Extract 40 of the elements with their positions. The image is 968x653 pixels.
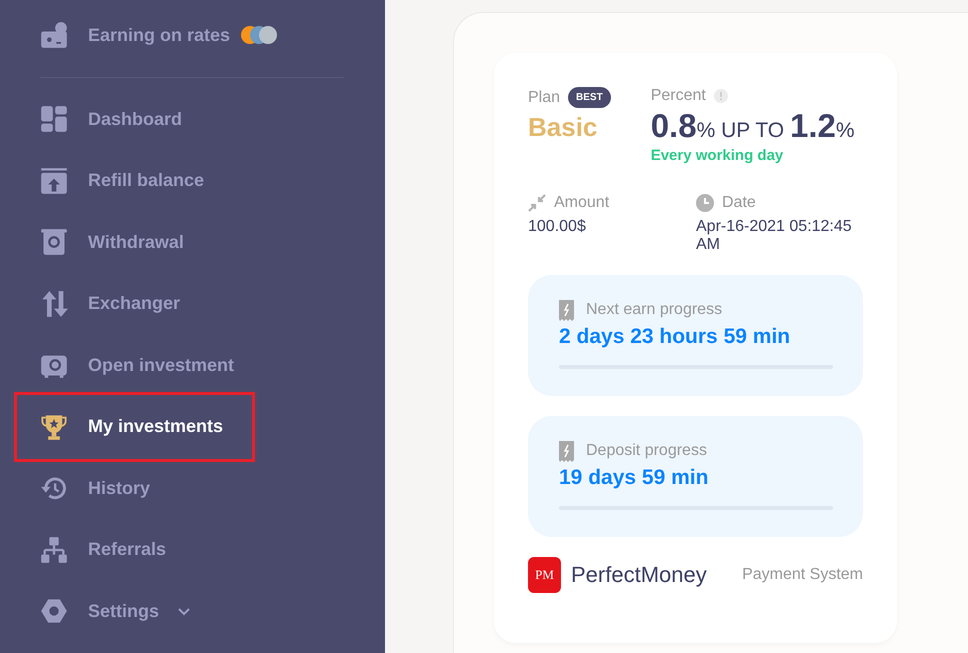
- payment-name: PerfectMoney: [571, 562, 707, 588]
- receipt-icon: [559, 440, 574, 462]
- settings-icon: [40, 597, 68, 625]
- wallet-icon: [40, 228, 68, 256]
- money-icon: [40, 21, 68, 49]
- progress-value: 19 days 59 min: [559, 466, 710, 490]
- info-icon: [714, 89, 728, 103]
- upload-box-icon: [40, 166, 68, 194]
- sidebar-item[interactable]: Open investment: [14, 345, 255, 385]
- payment-logo: PM: [528, 556, 561, 593]
- sidebar-item[interactable]: Refill balance: [14, 160, 255, 200]
- progress-value: 2 days 23 hours 59 min: [559, 324, 792, 349]
- date-value: Apr-16-2021 05:12:45 AM: [696, 218, 853, 255]
- sidebar-item[interactable]: Settings: [14, 591, 255, 631]
- network-icon: [40, 536, 68, 564]
- trophy-icon: [40, 412, 68, 440]
- dashboard-icon: [40, 105, 68, 133]
- plan-label: Plan: [528, 88, 560, 106]
- plan-name: Basic: [528, 112, 598, 143]
- payment-label: Payment System: [742, 566, 863, 584]
- percent-range: 0.8% UP TO 1.2%: [650, 107, 855, 145]
- best-badge: BEST: [568, 87, 611, 108]
- sidebar-item[interactable]: Withdrawal: [14, 222, 255, 262]
- frequency-text: Every working day: [650, 147, 784, 164]
- amount-value: 100.00$: [528, 218, 587, 236]
- sidebar-item[interactable]: Exchanger: [14, 284, 255, 324]
- sidebar-item[interactable]: History: [14, 468, 255, 508]
- sidebar-item[interactable]: Dashboard: [14, 99, 255, 139]
- date-label: Date: [722, 194, 756, 212]
- clock-icon: [696, 194, 714, 212]
- progress-label: Deposit progress: [586, 442, 707, 460]
- swap-arrows-icon: [40, 290, 68, 318]
- sidebar-item[interactable]: Referrals: [14, 530, 255, 570]
- receipt-icon: [559, 300, 574, 321]
- sidebar-item[interactable]: Earning on rates: [14, 15, 280, 55]
- progress-label: Next earn progress: [586, 301, 722, 320]
- sidebar-item[interactable]: My investments: [14, 406, 255, 446]
- percent-label: Percent: [650, 87, 706, 105]
- amount-label: Amount: [554, 194, 610, 212]
- compress-arrows-icon: [528, 194, 546, 212]
